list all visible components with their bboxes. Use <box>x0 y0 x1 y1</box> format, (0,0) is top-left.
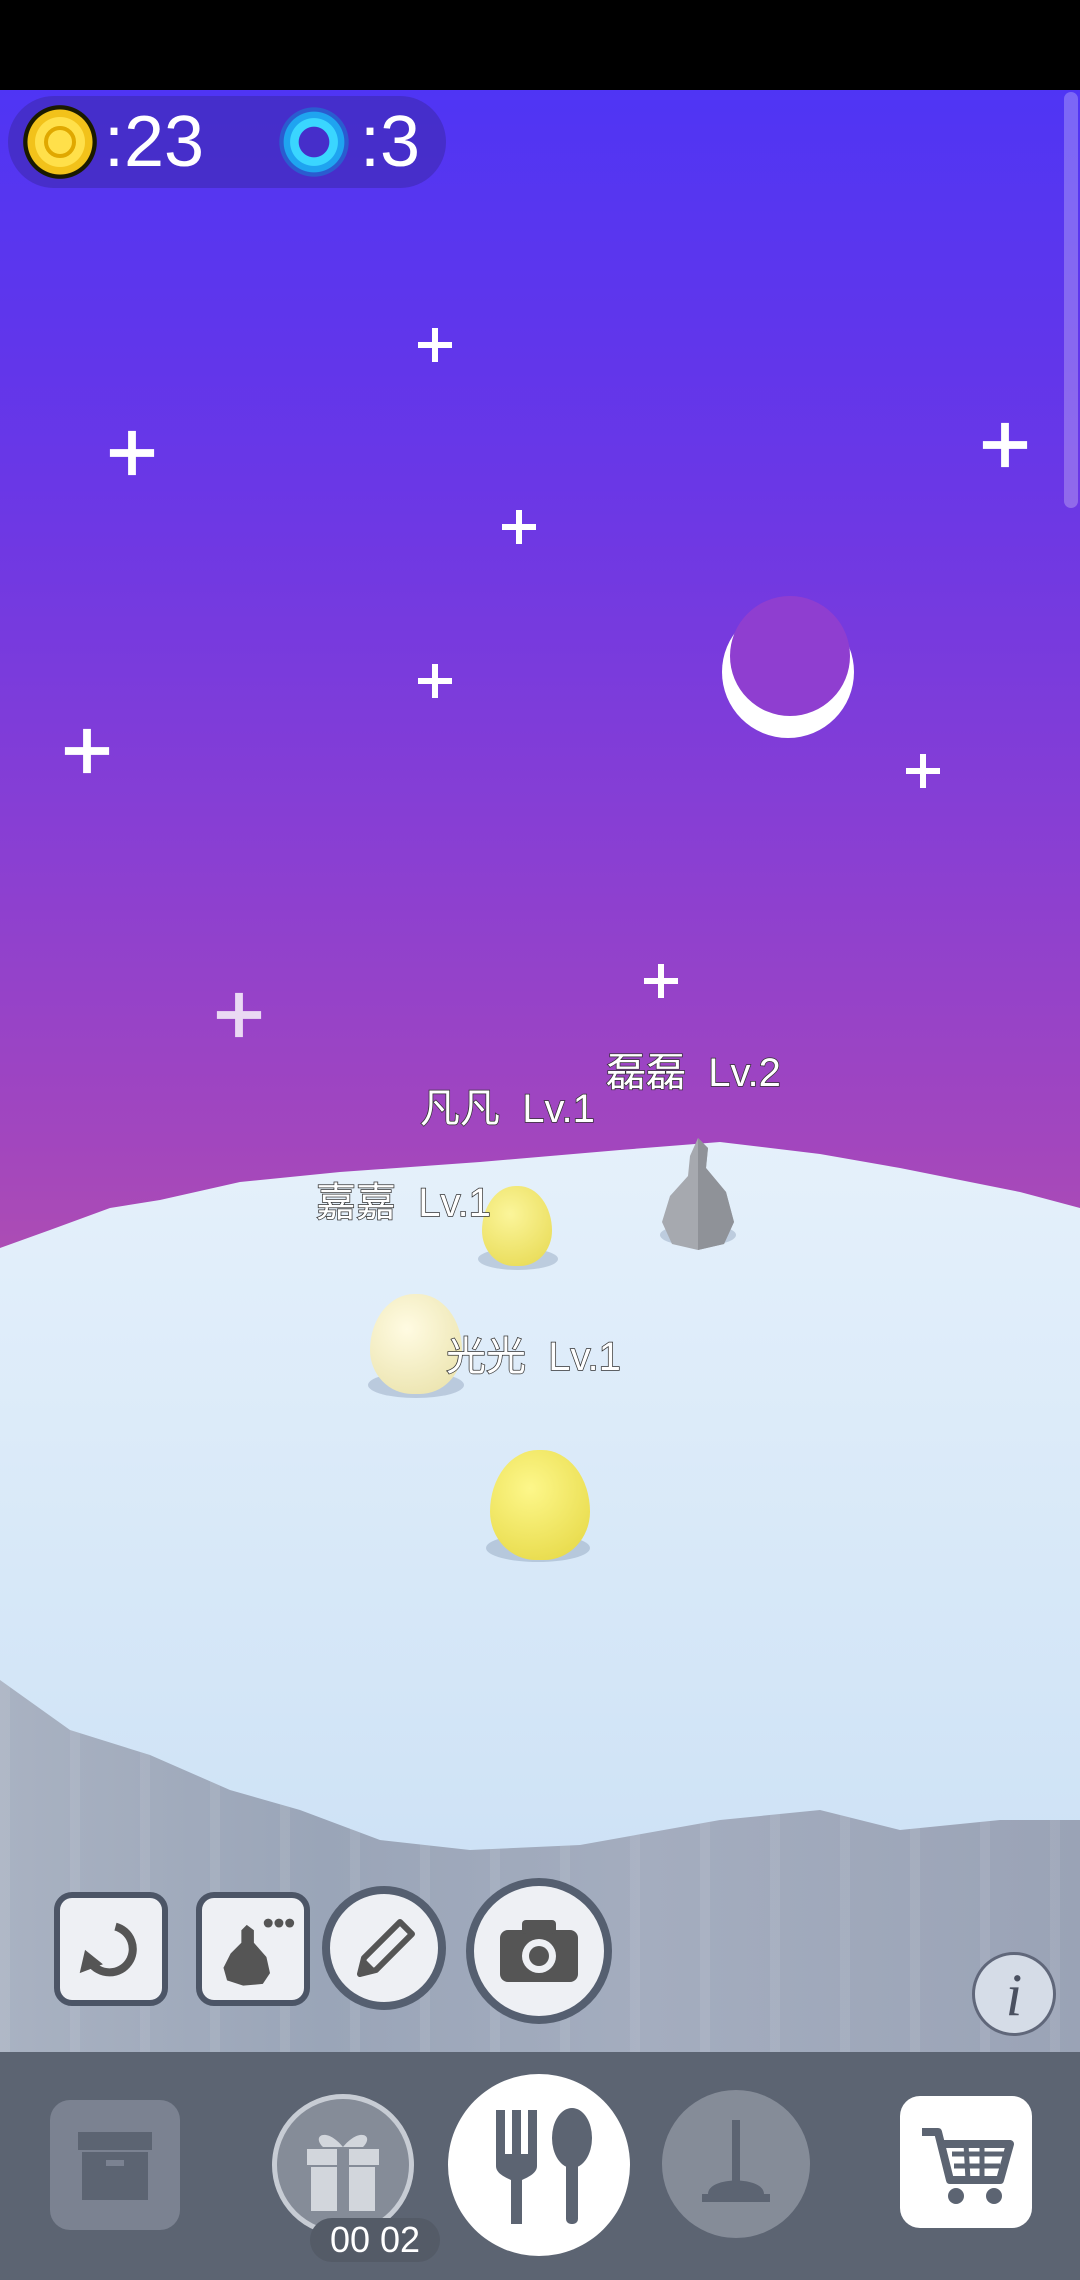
pet-label-jiajia: 嘉嘉 Lv.1 <box>315 1180 491 1226</box>
camera-icon <box>500 1920 578 1982</box>
storage-box-icon <box>78 2132 152 2200</box>
star-icon <box>418 328 452 362</box>
plunger-icon <box>702 2120 770 2202</box>
pet-label-fanfan: 凡凡 Lv.1 <box>419 1086 595 1132</box>
gift-button[interactable] <box>272 2094 414 2236</box>
edit-name-button[interactable] <box>322 1886 446 2010</box>
rotate-icon <box>79 1922 137 1977</box>
star-icon <box>502 510 536 544</box>
camera-button[interactable] <box>466 1878 612 2024</box>
feed-button[interactable] <box>448 2074 630 2256</box>
blue-gem-icon <box>276 104 352 180</box>
star-icon <box>982 422 1028 468</box>
pencil-icon <box>357 1919 415 1977</box>
gift-icon <box>307 2134 379 2211</box>
star-icon <box>109 430 155 476</box>
currency-hud: :23 :3 <box>8 96 446 188</box>
star-icon <box>906 754 940 788</box>
storage-button[interactable] <box>50 2100 180 2230</box>
rotate-button[interactable] <box>54 1892 168 2006</box>
pet-leilei[interactable] <box>660 1138 736 1250</box>
info-button[interactable]: i <box>972 1952 1056 2036</box>
clean-button[interactable] <box>662 2090 810 2238</box>
star-icon <box>64 728 110 774</box>
cart-icon <box>922 2128 1014 2204</box>
scrollbar[interactable] <box>1064 92 1078 508</box>
pet-guangguang[interactable] <box>490 1450 590 1560</box>
moon-icon <box>722 596 854 738</box>
gem-count: :3 <box>360 102 421 182</box>
pet-chat-icon <box>223 1918 295 1986</box>
fork-spoon-icon <box>496 2108 592 2224</box>
gift-timer: 00 02 <box>310 2218 440 2262</box>
pet-label-guangguang: 光光 Lv.1 <box>445 1334 621 1380</box>
status-bar <box>0 0 1080 90</box>
star-icon <box>216 992 262 1038</box>
star-icon <box>644 964 678 998</box>
coin-count: :23 <box>104 102 205 182</box>
pet-chat-button[interactable] <box>196 1892 310 2006</box>
star-icon <box>418 664 452 698</box>
pet-fanfan[interactable] <box>482 1186 552 1266</box>
shop-button[interactable] <box>900 2096 1032 2228</box>
pet-label-leilei: 磊磊 Lv.2 <box>605 1050 781 1096</box>
gold-coin-icon <box>22 104 98 180</box>
